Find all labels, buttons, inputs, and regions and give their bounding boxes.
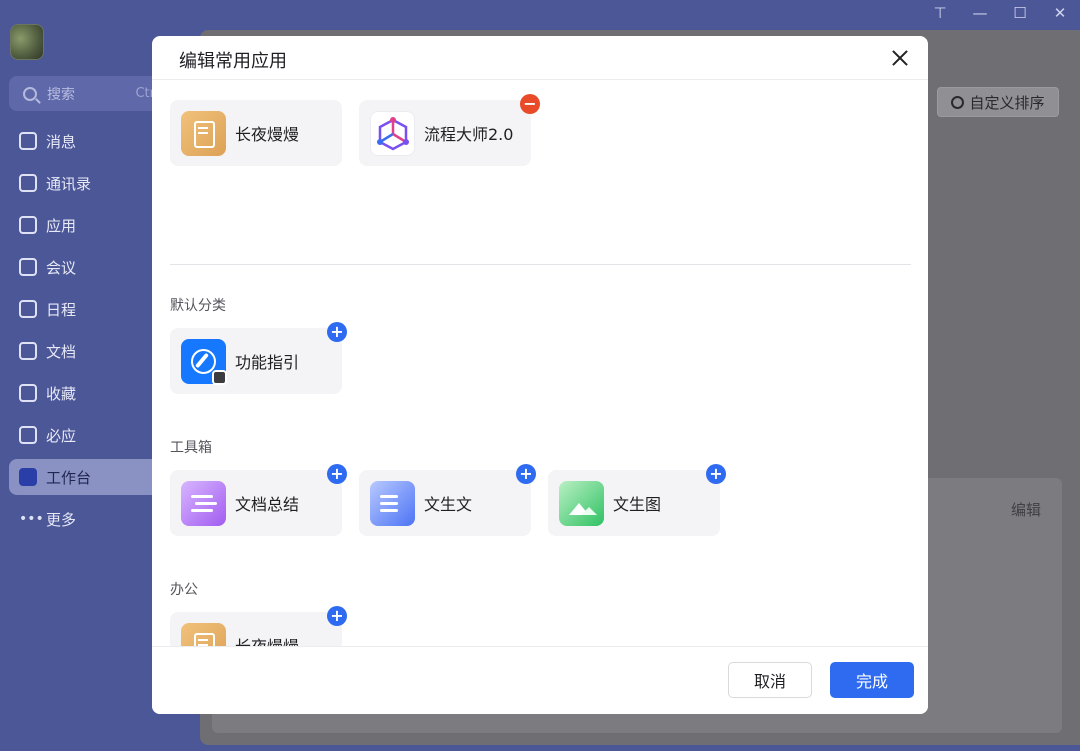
- minimize-icon[interactable]: —: [970, 4, 990, 24]
- note-icon: [181, 622, 226, 646]
- sidebar-item-label: 必应: [46, 426, 77, 445]
- sidebar-nav: 消息 通讯录 应用 会议 日程 文档 收藏 必应 工作台 ••• 更多: [9, 123, 159, 543]
- sidebar-item-label: 通讯录: [46, 174, 92, 193]
- app-label: 长夜熳熳: [235, 633, 299, 646]
- add-app-button[interactable]: +: [327, 606, 347, 626]
- app-card[interactable]: 文档总结: [170, 470, 342, 536]
- favorite-app-card[interactable]: 长夜熳熳: [170, 100, 342, 166]
- app-card[interactable]: 文生图: [548, 470, 720, 536]
- more-icon: •••: [19, 511, 44, 527]
- remove-app-button[interactable]: −: [520, 94, 540, 114]
- workbench-icon: [19, 468, 37, 486]
- favorites-icon: [19, 384, 37, 402]
- add-app-button[interactable]: +: [327, 464, 347, 484]
- edit-apps-dialog: 编辑常用应用 长夜熳熳 流程大师2.0 − 默认分类 功能指引 + 工具箱 文档…: [152, 36, 928, 714]
- text-gen-icon: [370, 480, 415, 526]
- done-button[interactable]: 完成: [830, 662, 914, 698]
- custom-sort-button[interactable]: 自定义排序: [937, 87, 1059, 117]
- sidebar-item-workbench[interactable]: 工作台: [9, 459, 159, 495]
- close-icon[interactable]: [889, 47, 911, 69]
- sidebar: 搜索 Ctr 消息 通讯录 应用 会议 日程 文档 收藏 必应 工作台 ••• 更…: [0, 0, 160, 751]
- search-icon: [23, 86, 37, 101]
- sidebar-item-more[interactable]: ••• 更多: [9, 501, 159, 537]
- app-label: 长夜熳熳: [235, 125, 300, 144]
- sidebar-item-label: 日程: [46, 300, 77, 319]
- sidebar-item-label: 会议: [46, 258, 77, 277]
- doc-summary-icon: [181, 480, 226, 526]
- app-label: 文档总结: [235, 495, 300, 514]
- wrench-icon: [212, 369, 227, 385]
- edit-link[interactable]: 编辑: [1011, 499, 1041, 520]
- sidebar-item-label: 收藏: [46, 384, 77, 403]
- maximize-icon[interactable]: ☐: [1010, 4, 1030, 24]
- image-gen-icon: [559, 480, 604, 526]
- app-label: 流程大师2.0: [424, 125, 514, 144]
- document-icon: [19, 342, 37, 360]
- sidebar-item-label: 消息: [46, 132, 77, 151]
- section-title: 办公: [170, 582, 198, 598]
- search-input[interactable]: 搜索 Ctr: [9, 76, 159, 111]
- custom-sort-label: 自定义排序: [969, 93, 1045, 112]
- section-title: 默认分类: [170, 298, 226, 314]
- pin-icon[interactable]: ⊤: [930, 4, 950, 24]
- app-card[interactable]: 文生文: [359, 470, 531, 536]
- app-label: 文生文: [424, 495, 473, 514]
- section-title: 工具箱: [170, 440, 212, 456]
- sidebar-item-meetings[interactable]: 会议: [9, 249, 159, 285]
- sidebar-item-favorites[interactable]: 收藏: [9, 375, 159, 411]
- sidebar-item-contacts[interactable]: 通讯录: [9, 165, 159, 201]
- flow-master-icon: [370, 110, 415, 156]
- sidebar-item-messages[interactable]: 消息: [9, 123, 159, 159]
- app-card[interactable]: 功能指引: [170, 328, 342, 394]
- gear-icon: [951, 95, 965, 109]
- sidebar-item-bing[interactable]: 必应: [9, 417, 159, 453]
- avatar[interactable]: [10, 24, 44, 60]
- lightning-icon: [19, 426, 37, 444]
- add-app-button[interactable]: +: [706, 464, 726, 484]
- sidebar-item-label: 应用: [46, 216, 77, 235]
- app-card[interactable]: 长夜熳熳: [170, 612, 342, 646]
- apps-icon: [19, 216, 37, 234]
- dialog-body: 长夜熳熳 流程大师2.0 − 默认分类 功能指引 + 工具箱 文档总结 + 文生…: [152, 81, 928, 646]
- app-label: 功能指引: [235, 353, 300, 372]
- search-placeholder: 搜索: [47, 86, 75, 103]
- note-icon: [181, 110, 226, 156]
- sidebar-item-label: 工作台: [46, 468, 92, 487]
- sidebar-item-docs[interactable]: 文档: [9, 333, 159, 369]
- meeting-icon: [19, 258, 37, 276]
- message-icon: [19, 132, 37, 150]
- add-app-button[interactable]: +: [327, 322, 347, 342]
- divider: [170, 264, 911, 265]
- dialog-title: 编辑常用应用: [179, 51, 287, 72]
- favorite-app-card[interactable]: 流程大师2.0: [359, 100, 531, 166]
- sidebar-item-label: 文档: [46, 342, 77, 361]
- sidebar-item-label: 更多: [46, 510, 77, 529]
- cancel-button[interactable]: 取消: [728, 662, 812, 698]
- sidebar-item-calendar[interactable]: 日程: [9, 291, 159, 327]
- dialog-header: 编辑常用应用: [152, 36, 928, 80]
- add-app-button[interactable]: +: [516, 464, 536, 484]
- window-close-icon[interactable]: ✕: [1050, 4, 1070, 24]
- contacts-icon: [19, 174, 37, 192]
- calendar-icon: [19, 300, 37, 318]
- compass-icon: [181, 338, 227, 385]
- sidebar-item-apps[interactable]: 应用: [9, 207, 159, 243]
- app-label: 文生图: [613, 495, 662, 514]
- dialog-footer: 取消 完成: [152, 646, 928, 714]
